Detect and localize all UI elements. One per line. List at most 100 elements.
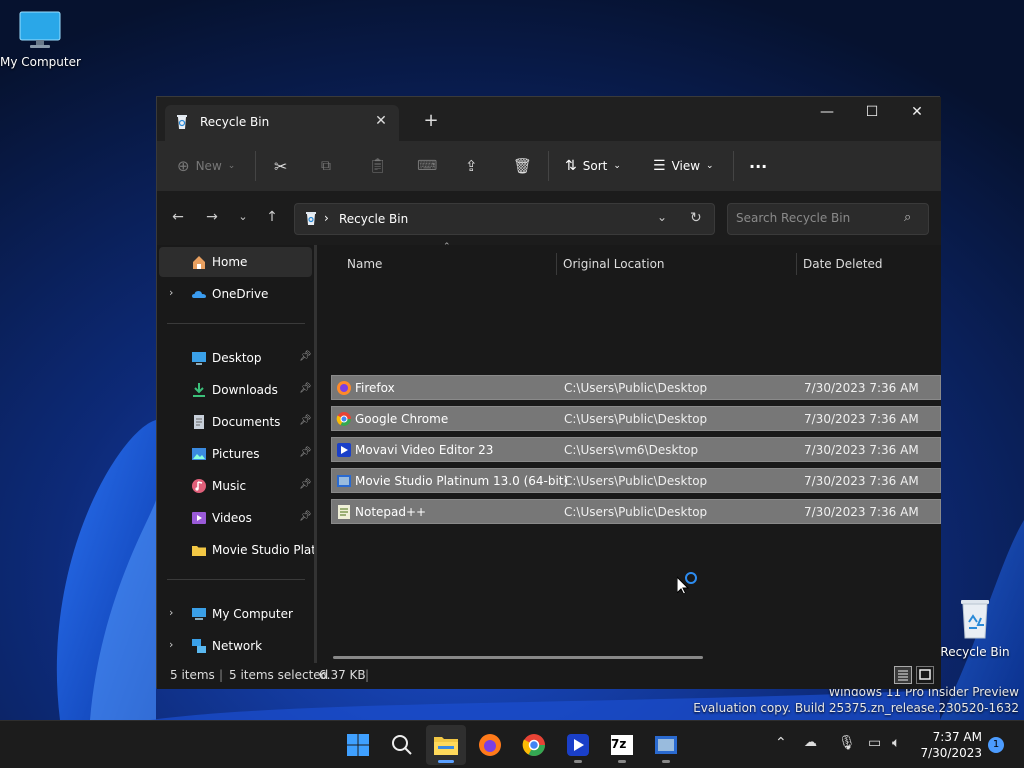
search-button[interactable] xyxy=(382,725,422,765)
new-tab-button[interactable]: + xyxy=(419,109,443,133)
pin-icon[interactable]: 📌︎ xyxy=(299,351,312,362)
delete-button[interactable]: 🗑︎ xyxy=(513,153,532,179)
nav-item-desktop[interactable]: Desktop 📌︎ xyxy=(159,343,312,373)
back-arrow-icon[interactable]: ← xyxy=(168,207,188,227)
table-row[interactable]: Google Chrome C:\Users\Public\Desktop 7/… xyxy=(331,406,941,431)
status-bar: 5 items | 5 items selected 6.37 KB | xyxy=(157,663,941,689)
minimize-button[interactable]: — xyxy=(804,97,850,127)
rename-button[interactable]: ⌨︎ xyxy=(417,153,437,179)
view-label: View xyxy=(671,159,701,173)
column-header-name[interactable]: Name xyxy=(347,251,382,277)
tiles-view-button[interactable] xyxy=(916,666,934,684)
close-button[interactable]: ✕ xyxy=(894,97,940,127)
sort-button[interactable]: ⇅ Sort ⌄ xyxy=(565,153,621,179)
folder-icon xyxy=(192,546,206,556)
nav-item-network[interactable]: › Network xyxy=(159,631,312,661)
nav-label: Network xyxy=(212,639,263,653)
sort-arrows-icon: ⇅ xyxy=(565,158,577,174)
nav-item-my-computer[interactable]: › My Computer xyxy=(159,599,312,629)
tab-close-icon[interactable]: ✕ xyxy=(371,111,391,131)
nav-label: Documents xyxy=(212,415,281,429)
title-bar[interactable]: Recycle Bin ✕ + — ☐ ✕ xyxy=(157,97,941,141)
details-view-button[interactable] xyxy=(894,666,912,684)
column-separator[interactable] xyxy=(556,253,557,275)
home-icon xyxy=(193,256,205,269)
command-separator xyxy=(548,151,549,181)
taskbar-movie-studio[interactable] xyxy=(646,725,686,765)
horizontal-scrollbar[interactable] xyxy=(333,656,703,659)
breadcrumb[interactable]: Recycle Bin xyxy=(339,212,408,226)
nav-item-pictures[interactable]: Pictures 📌︎ xyxy=(159,439,312,469)
notification-badge[interactable]: 1 xyxy=(988,737,1004,753)
refresh-icon[interactable]: ↻ xyxy=(690,210,702,226)
address-bar[interactable]: › Recycle Bin ⌄ ↻ xyxy=(294,203,715,235)
taskbar-firefox[interactable] xyxy=(470,725,510,765)
microphone-icon[interactable]: 🎙︎ xyxy=(838,735,856,751)
recent-locations-chevron-icon[interactable]: ⌄ xyxy=(233,207,253,227)
desktop-icon-my-computer[interactable]: My Computer xyxy=(0,10,81,69)
watermark-line: Evaluation copy. Build 25375.zn_release.… xyxy=(693,701,1019,715)
search-box[interactable]: ⌕ xyxy=(727,203,929,235)
pin-icon[interactable]: 📌︎ xyxy=(299,479,312,490)
chevron-right-icon[interactable]: › xyxy=(169,638,173,651)
table-row[interactable]: Movie Studio Platinum 13.0 (64-bit) C:\U… xyxy=(331,468,941,493)
video-icon xyxy=(192,512,206,524)
table-row[interactable]: Firefox C:\Users\Public\Desktop 7/30/202… xyxy=(331,375,941,400)
pin-icon[interactable]: 📌︎ xyxy=(299,447,312,458)
column-header-original-location[interactable]: Original Location xyxy=(563,251,665,277)
desktop-icon-recycle-bin[interactable]: Recycle Bin xyxy=(938,596,1012,659)
row-name: Movie Studio Platinum 13.0 (64-bit) xyxy=(355,474,569,488)
taskbar-7zip[interactable]: 7z xyxy=(602,725,642,765)
address-dropdown-chevron-icon[interactable]: ⌄ xyxy=(657,210,667,224)
tab-recycle-bin[interactable]: Recycle Bin ✕ xyxy=(165,105,399,141)
pin-icon[interactable]: 📌︎ xyxy=(299,383,312,394)
nav-item-downloads[interactable]: Downloads 📌︎ xyxy=(159,375,312,405)
up-arrow-icon[interactable]: ↑ xyxy=(262,207,282,227)
clock-date: 7/30/2023 xyxy=(920,746,982,760)
taskbar-file-explorer[interactable] xyxy=(426,725,466,765)
7zip-label: 7z xyxy=(611,737,627,751)
nav-item-music[interactable]: Music 📌︎ xyxy=(159,471,312,501)
nav-item-onedrive[interactable]: › OneDrive xyxy=(159,279,312,309)
copy-button[interactable]: ⧉ xyxy=(321,153,331,179)
row-location: C:\Users\Public\Desktop xyxy=(564,505,708,519)
pin-icon[interactable]: 📌︎ xyxy=(299,415,312,426)
maximize-button[interactable]: ☐ xyxy=(849,97,895,127)
recycle-bin-icon xyxy=(961,600,989,639)
share-button[interactable]: ⇪ xyxy=(465,153,478,179)
item-count: 5 items xyxy=(170,668,215,682)
column-separator[interactable] xyxy=(796,253,797,275)
nav-item-home[interactable]: Home xyxy=(159,247,312,277)
tiles-view-icon xyxy=(919,669,931,680)
nav-item-movie-studio-folder[interactable]: Movie Studio Platir xyxy=(159,535,314,565)
chevron-right-icon[interactable]: › xyxy=(169,286,173,299)
taskbar-chrome[interactable] xyxy=(514,725,554,765)
network-status-icon[interactable]: ▭ xyxy=(868,735,881,751)
pin-icon[interactable]: 📌︎ xyxy=(299,511,312,522)
nav-item-documents[interactable]: Documents 📌︎ xyxy=(159,407,312,437)
chevron-right-icon[interactable]: › xyxy=(169,606,173,619)
taskbar-clock[interactable]: 7:37 AM 7/30/2023 xyxy=(910,729,982,761)
nav-label: Movie Studio Platir xyxy=(212,543,314,557)
volume-icon[interactable]: 🔈︎ xyxy=(892,735,900,751)
chrome-shortcut-icon xyxy=(336,412,351,426)
table-row[interactable]: Movavi Video Editor 23 C:\Users\vm6\Desk… xyxy=(331,437,941,462)
view-button[interactable]: ☰ View ⌄ xyxy=(653,153,714,179)
row-name: Google Chrome xyxy=(355,412,449,426)
table-row[interactable]: Notepad++ C:\Users\Public\Desktop 7/30/2… xyxy=(331,499,941,524)
taskbar-movavi[interactable] xyxy=(558,725,598,765)
trash-icon: 🗑︎ xyxy=(513,157,533,175)
see-more-button[interactable]: ··· xyxy=(749,153,767,179)
start-button[interactable] xyxy=(338,725,378,765)
nav-item-videos[interactable]: Videos 📌︎ xyxy=(159,503,312,533)
column-header-date-deleted[interactable]: Date Deleted xyxy=(803,251,883,277)
new-button[interactable]: ⊕ New ⌄ xyxy=(177,153,235,179)
onedrive-offline-icon[interactable]: ☁︎ xyxy=(804,735,817,750)
running-app-indicator xyxy=(662,760,670,763)
search-input[interactable] xyxy=(736,211,896,225)
paste-button[interactable]: 📋︎ xyxy=(369,153,387,179)
firefox-shortcut-icon xyxy=(337,381,351,395)
forward-arrow-icon[interactable]: → xyxy=(202,207,222,227)
cut-button[interactable]: ✂ xyxy=(274,153,287,179)
show-hidden-icons-chevron-icon[interactable]: ⌃ xyxy=(775,735,787,751)
